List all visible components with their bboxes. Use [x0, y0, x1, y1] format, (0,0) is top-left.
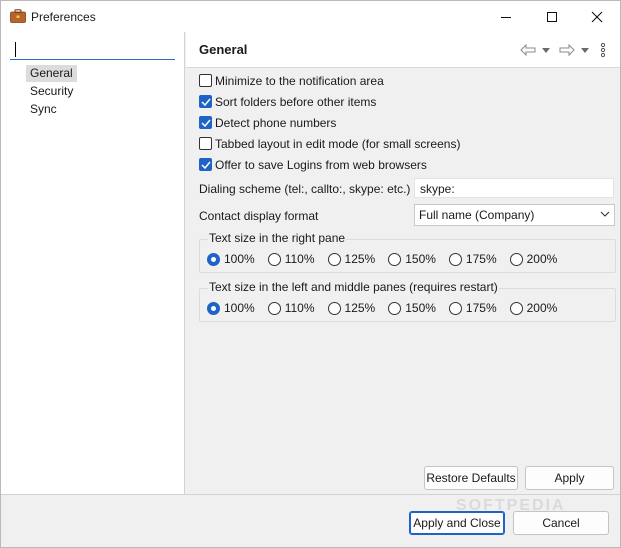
- contact-format-select[interactable]: Full name (Company): [414, 204, 615, 226]
- text-size-left-group: Text size in the left and middle panes (…: [199, 280, 616, 322]
- radio-button[interactable]: [327, 301, 341, 315]
- checkmark-icon: [200, 161, 211, 169]
- text-size-right-group: Text size in the right pane 100% 110% 12…: [199, 231, 616, 273]
- forward-arrow-icon[interactable]: [558, 42, 576, 58]
- chevron-down-icon: [600, 211, 610, 217]
- option-sort-folders[interactable]: Sort folders before other items: [199, 93, 376, 110]
- page-title: General: [199, 42, 248, 57]
- radio-button[interactable]: [327, 252, 341, 266]
- radio-button[interactable]: [448, 252, 462, 266]
- main-panel: General Minimize to the notification are…: [186, 32, 620, 494]
- radio-label: 110%: [284, 301, 315, 315]
- radio-125[interactable]: 125%: [327, 252, 376, 266]
- radio-100[interactable]: 100%: [207, 252, 255, 266]
- radio-150[interactable]: 150%: [388, 252, 436, 266]
- preferences-window: Preferences General Security Sync Genera…: [0, 0, 621, 548]
- dialing-scheme-label: Dialing scheme (tel:, callto:, skype: et…: [199, 182, 411, 196]
- briefcase-icon: [10, 9, 26, 23]
- radio-label: 150%: [405, 252, 436, 266]
- title-bar: Preferences: [1, 1, 620, 32]
- checkmark-icon: [200, 119, 211, 127]
- option-detect-phone-numbers[interactable]: Detect phone numbers: [199, 114, 336, 131]
- sidebar-item-sync[interactable]: Sync: [26, 101, 61, 118]
- checkbox[interactable]: [199, 95, 212, 108]
- page-header: General: [186, 32, 620, 68]
- option-minimize-to-tray[interactable]: Minimize to the notification area: [199, 72, 384, 89]
- contact-format-value: Full name (Company): [419, 208, 535, 222]
- maximize-button[interactable]: [529, 1, 575, 32]
- option-tabbed-layout[interactable]: Tabbed layout in edit mode (for small sc…: [199, 135, 460, 152]
- group-title: Text size in the right pane: [208, 231, 347, 245]
- radio-label: 100%: [224, 301, 255, 315]
- option-label: Minimize to the notification area: [215, 73, 384, 88]
- sidebar-item-security[interactable]: Security: [26, 83, 77, 100]
- close-icon: [591, 11, 603, 22]
- radio-label: 110%: [284, 252, 315, 266]
- option-offer-save-logins[interactable]: Offer to save Logins from web browsers: [199, 156, 427, 173]
- checkmark-icon: [200, 98, 211, 106]
- close-button[interactable]: [574, 1, 620, 32]
- radio-125[interactable]: 125%: [327, 301, 376, 315]
- radio-200[interactable]: 200%: [509, 301, 558, 315]
- radio-label: 200%: [526, 301, 558, 315]
- radio-175[interactable]: 175%: [448, 252, 497, 266]
- checkbox[interactable]: [199, 158, 212, 171]
- radio-group: 100% 110% 125% 150% 175% 200%: [207, 252, 570, 266]
- radio-group: 100% 110% 125% 150% 175% 200%: [207, 301, 570, 315]
- radio-button[interactable]: [207, 252, 220, 266]
- minimize-button[interactable]: [483, 1, 529, 32]
- group-title: Text size in the left and middle panes (…: [208, 280, 499, 294]
- option-label: Detect phone numbers: [215, 115, 337, 130]
- radio-label: 200%: [526, 252, 558, 266]
- restore-defaults-button[interactable]: Restore Defaults: [424, 466, 518, 490]
- radio-175[interactable]: 175%: [448, 301, 497, 315]
- filter-input[interactable]: [10, 40, 175, 60]
- radio-label: 125%: [344, 301, 376, 315]
- radio-button[interactable]: [267, 301, 281, 315]
- option-label: Offer to save Logins from web browsers: [215, 157, 427, 172]
- radio-200[interactable]: 200%: [509, 252, 558, 266]
- maximize-icon: [547, 11, 557, 22]
- dropdown-icon[interactable]: [580, 42, 590, 58]
- contact-format-label: Contact display format: [199, 209, 319, 223]
- checkbox[interactable]: [199, 74, 212, 87]
- dropdown-icon[interactable]: [541, 42, 551, 58]
- radio-button[interactable]: [509, 252, 523, 266]
- radio-label: 175%: [465, 301, 497, 315]
- radio-label: 100%: [224, 252, 255, 266]
- radio-label: 150%: [405, 301, 436, 315]
- apply-button[interactable]: Apply: [525, 466, 614, 490]
- radio-label: 175%: [465, 252, 497, 266]
- sidebar: General Security Sync: [1, 32, 185, 494]
- minimize-icon: [501, 16, 511, 18]
- radio-110[interactable]: 110%: [267, 252, 315, 266]
- radio-button[interactable]: [207, 301, 220, 315]
- option-label: Tabbed layout in edit mode (for small sc…: [215, 136, 461, 151]
- cancel-button[interactable]: Cancel: [513, 511, 609, 535]
- dialing-scheme-input[interactable]: skype:: [414, 178, 614, 198]
- option-label: Sort folders before other items: [215, 94, 377, 109]
- checkbox[interactable]: [199, 116, 212, 129]
- radio-button[interactable]: [267, 252, 281, 266]
- sidebar-item-general[interactable]: General: [26, 65, 77, 82]
- back-arrow-icon[interactable]: [519, 42, 537, 58]
- window-title: Preferences: [31, 10, 96, 24]
- radio-button[interactable]: [509, 301, 523, 315]
- radio-button[interactable]: [388, 301, 402, 315]
- checkbox[interactable]: [199, 137, 212, 150]
- radio-150[interactable]: 150%: [388, 301, 436, 315]
- apply-and-close-button[interactable]: Apply and Close: [409, 511, 505, 535]
- radio-button[interactable]: [388, 252, 402, 266]
- text-caret: [15, 42, 16, 57]
- menu-icon[interactable]: [598, 42, 608, 58]
- radio-button[interactable]: [448, 301, 462, 315]
- radio-110[interactable]: 110%: [267, 301, 315, 315]
- radio-label: 125%: [344, 252, 376, 266]
- radio-100[interactable]: 100%: [207, 301, 255, 315]
